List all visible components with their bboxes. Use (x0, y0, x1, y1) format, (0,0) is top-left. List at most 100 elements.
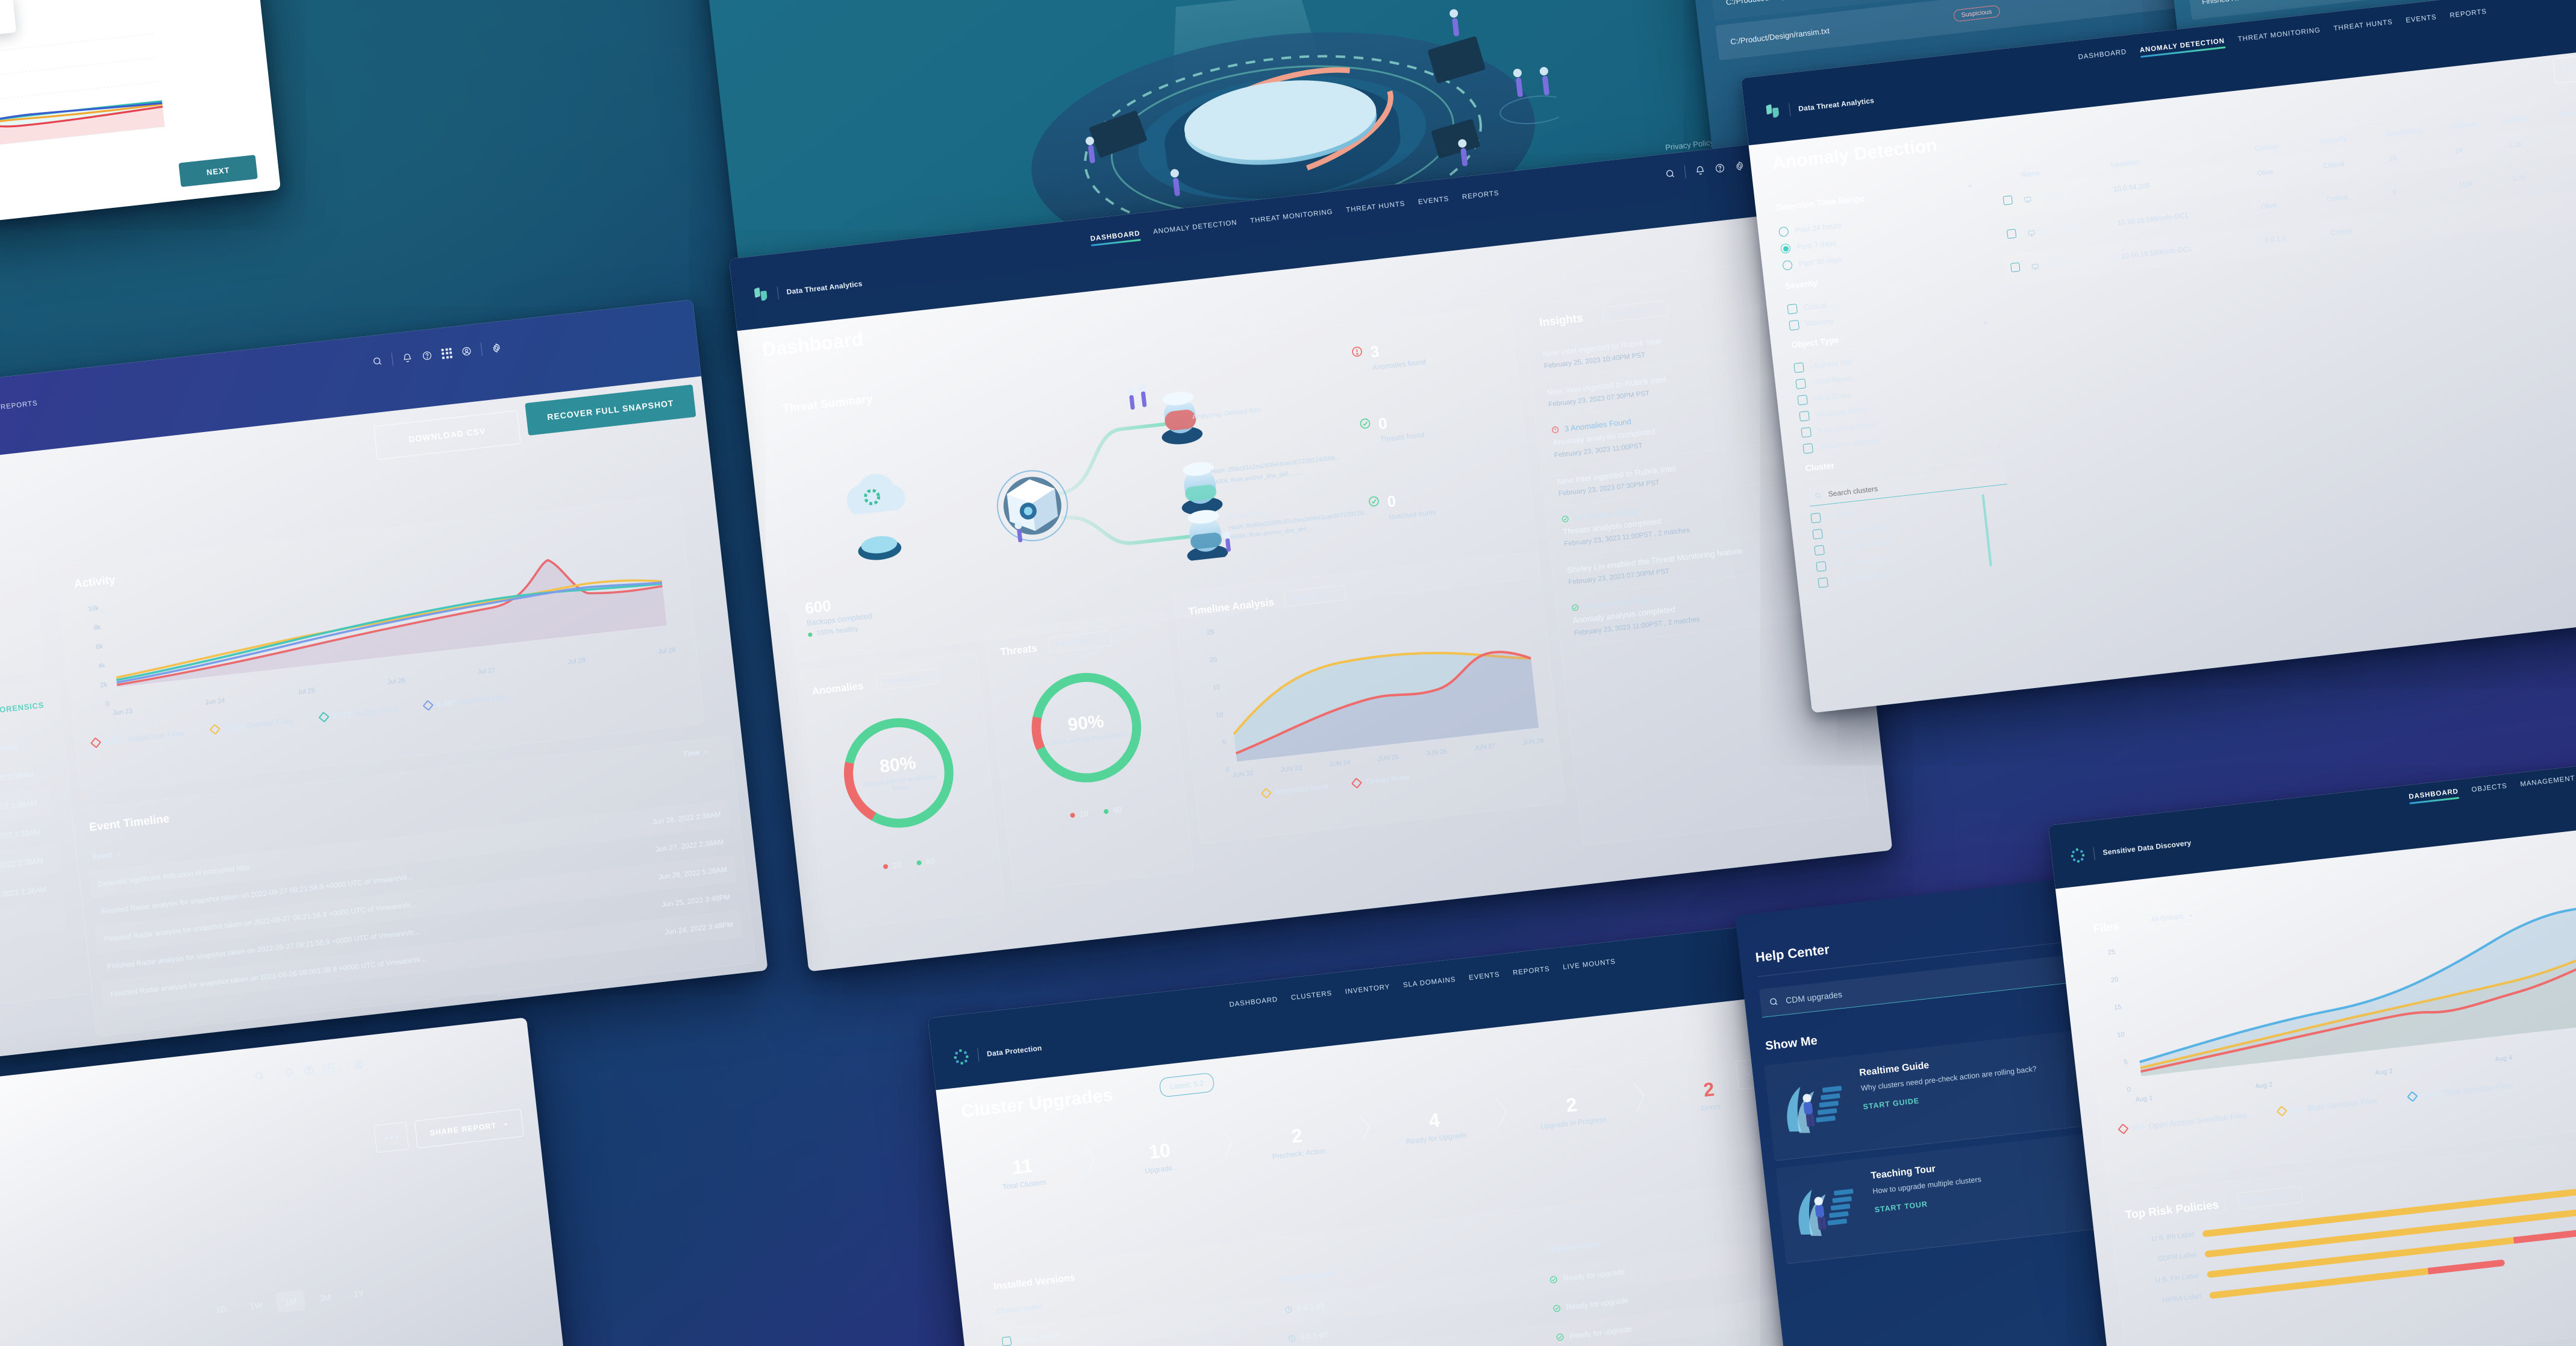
option-label[interactable]: Warning (1805, 317, 1833, 328)
radio-icon[interactable] (1782, 260, 1793, 271)
y-tick[interactable]: 5 (1205, 739, 1227, 748)
row-added[interactable] (2516, 207, 2570, 213)
last-modified-column-header[interactable]: Last Modified (0, 741, 28, 756)
option-label[interactable]: Windows Volumes (1819, 436, 1881, 451)
stat-label[interactable]: Anomalies found (1372, 357, 1426, 372)
sdd-legend-item[interactable]: 2,131 Total Sensitive Files (2406, 1081, 2513, 1103)
legend-label[interactable]: Suspicious Files (127, 728, 184, 743)
event-column-header[interactable]: Event (92, 849, 123, 861)
row-name-cell[interactable]: 10.0.103.14 (2031, 253, 2122, 271)
apps-grid-icon[interactable] (441, 347, 453, 359)
checkbox-icon[interactable] (1001, 1336, 1012, 1346)
option-label[interactable]: Windows fileset (1815, 405, 1868, 419)
row-location[interactable]: 10.10.16.169/colo-DC1 (2121, 237, 2265, 260)
y-tick[interactable]: 6k (78, 643, 104, 653)
legend-marker[interactable] (2276, 1106, 2287, 1117)
option-label[interactable]: Past 30 days (1798, 255, 1842, 268)
checkbox-icon[interactable] (1812, 528, 1823, 540)
stat-value[interactable]: 0 (1386, 489, 1435, 510)
x-tick[interactable]: Jul 26 (387, 677, 406, 686)
x-tick[interactable]: JUN 28 (1522, 737, 1544, 747)
bell-icon[interactable] (284, 1067, 295, 1078)
timeline-range-select[interactable]: Past 30 days (1283, 584, 1347, 607)
y-tick[interactable]: 0 (2110, 1086, 2131, 1096)
legend-value[interactable]: 9,362 (104, 735, 124, 747)
y-tick[interactable]: 0 (85, 700, 110, 710)
radio-icon[interactable] (1778, 226, 1789, 237)
checkbox-icon[interactable] (1797, 395, 1808, 405)
row-cluster[interactable]: epac2-rbk03 (1017, 1331, 1060, 1344)
row-severity[interactable]: Critical (2323, 155, 2390, 170)
threats-range-select[interactable]: Past 30 days (1048, 630, 1112, 653)
x-tick[interactable]: Aug 3 (2375, 1068, 2393, 1077)
bell-icon[interactable] (402, 352, 413, 363)
row-time[interactable]: Jun 28, 2022 2:38AM (0, 799, 37, 815)
time-range-1Y[interactable]: 1Y (344, 1282, 374, 1306)
help-illustration-icon[interactable] (1786, 1172, 1866, 1250)
x-tick[interactable]: Jun 23 (113, 707, 133, 717)
row-time[interactable]: Jun 24, 2022 3:48PM (664, 920, 734, 936)
row-name[interactable]: 10.0.103.14 (2043, 258, 2081, 269)
row-cluster[interactable]: Olive (2261, 196, 2328, 211)
x-tick[interactable]: Jul 28 (567, 657, 586, 666)
radio-icon[interactable] (1780, 243, 1791, 254)
threat-stat[interactable]: 3 Anomalies found (1351, 330, 1504, 374)
apps-grid-icon[interactable] (323, 1062, 334, 1074)
check-circle-icon[interactable] (1367, 495, 1381, 511)
monitor-icon[interactable] (2024, 195, 2032, 204)
legend-marker[interactable] (210, 724, 221, 735)
option-label[interactable]: Linux fileset (1812, 374, 1852, 387)
risk-category[interactable]: U.S. Fin Label (2133, 1272, 2199, 1288)
search-icon[interactable] (1665, 168, 1676, 180)
check-circle-icon[interactable] (1571, 604, 1580, 612)
risk-bar-open[interactable] (2428, 1259, 2506, 1275)
y-tick[interactable]: 25 (1193, 628, 1215, 638)
legend-marker[interactable] (2118, 1123, 2129, 1135)
info-icon[interactable] (1287, 1334, 1296, 1342)
legend-value[interactable]: 654 (2289, 1104, 2303, 1115)
row-checkbox-cell[interactable] (2010, 261, 2032, 275)
x-tick[interactable]: Jul 29 (658, 646, 677, 656)
checkbox-icon[interactable] (2006, 228, 2017, 239)
check-circle-icon[interactable] (1561, 515, 1569, 523)
step-chevron-icon[interactable] (1215, 1124, 1242, 1162)
row-name[interactable]: 10.0.103.13 (2036, 191, 2074, 202)
row-deleted[interactable] (2462, 213, 2516, 219)
option-label[interactable]: vSphere BM (1810, 358, 1852, 371)
risk-scale-select[interactable]: Linear Scale (2236, 1185, 2303, 1210)
risk-category[interactable]: GDPR Label (2130, 1251, 2197, 1267)
row-time[interactable]: Jun 28, 2022 2:38AM (0, 827, 40, 844)
monitor-icon[interactable] (2027, 229, 2036, 237)
step-chevron-icon[interactable] (1626, 1078, 1654, 1115)
x-tick[interactable]: JUN 27 (1474, 742, 1496, 752)
row-suspicious[interactable]: 15 (2389, 148, 2456, 163)
checkbox-icon[interactable] (1799, 410, 1810, 422)
y-tick[interactable]: 2k (83, 681, 108, 691)
row-time[interactable]: Jun 27, 2022 2:38AM (655, 837, 724, 854)
step-chevron-icon[interactable] (1352, 1109, 1380, 1146)
option-label[interactable]: NAS Cloud Direct (1817, 421, 1877, 436)
share-more-button[interactable] (374, 1121, 409, 1153)
risk-category[interactable]: HIPAA Label (2135, 1292, 2202, 1309)
check-circle-icon[interactable] (1549, 1275, 1558, 1284)
row-checkbox-cell[interactable] (2006, 228, 2028, 242)
y-tick[interactable]: 10 (2104, 1031, 2125, 1041)
check-circle-icon[interactable] (1358, 417, 1372, 433)
row-status[interactable]: Ready for upgrade (1569, 1325, 1632, 1340)
legend-value[interactable]: 9,287 (436, 698, 456, 709)
activity-legend-item[interactable]: 9,287 Modified Files (422, 692, 508, 711)
row-version[interactable]: 5.0.1-p2 (1300, 1330, 1328, 1341)
legend-marker[interactable] (422, 700, 434, 711)
chevron-up-icon[interactable] (1995, 442, 2003, 450)
help-illustration-icon[interactable] (1775, 1069, 1854, 1147)
checkbox-icon[interactable] (1810, 512, 1821, 524)
legend-label[interactable]: Added Files (355, 704, 398, 718)
risk-bar-stale[interactable] (2202, 1180, 2576, 1238)
checkbox-icon[interactable] (2010, 262, 2021, 272)
risk-category[interactable]: U.S. PII Label (2128, 1230, 2195, 1247)
legend-marker[interactable] (318, 712, 330, 723)
x-tick[interactable]: Aug 2 (2255, 1081, 2273, 1090)
help-icon[interactable] (421, 350, 433, 362)
legend-label[interactable]: Total Sensitive Files (2443, 1081, 2513, 1098)
option-label[interactable]: cdm-cluster-b4qw (1828, 522, 1889, 537)
